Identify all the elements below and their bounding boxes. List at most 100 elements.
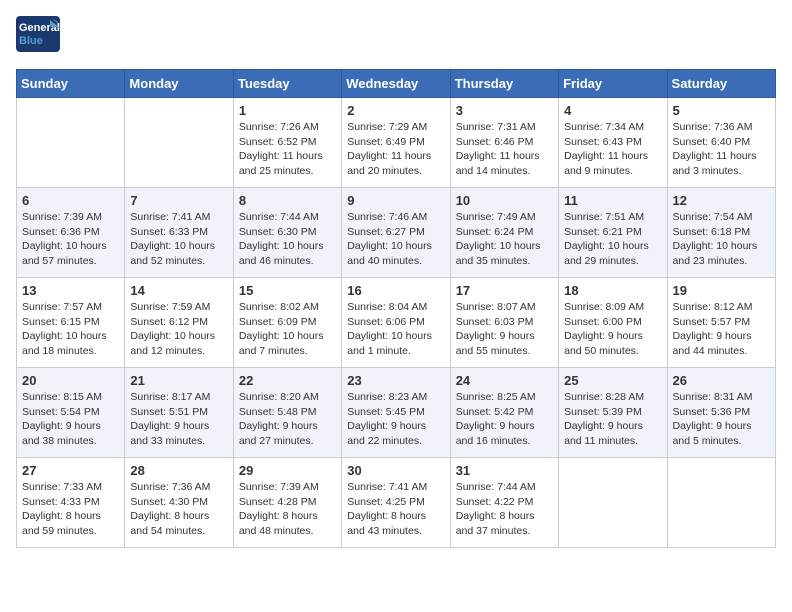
day-number: 6 <box>22 193 119 208</box>
svg-text:Blue: Blue <box>19 35 43 47</box>
page-header: General Blue <box>16 16 776 57</box>
calendar-cell: 26 Sunrise: 8:31 AM Sunset: 5:36 PM Dayli… <box>667 368 775 458</box>
weekday-header: Tuesday <box>233 70 341 98</box>
calendar-cell: 20 Sunrise: 8:15 AM Sunset: 5:54 PM Dayli… <box>17 368 125 458</box>
calendar-cell: 21 Sunrise: 8:17 AM Sunset: 5:51 PM Dayli… <box>125 368 233 458</box>
day-info: Sunrise: 8:15 AM Sunset: 5:54 PM Dayligh… <box>22 390 119 449</box>
weekday-header: Thursday <box>450 70 558 98</box>
day-info: Sunrise: 7:39 AM Sunset: 6:36 PM Dayligh… <box>22 210 119 269</box>
day-number: 25 <box>564 373 661 388</box>
calendar-cell: 8 Sunrise: 7:44 AM Sunset: 6:30 PM Daylig… <box>233 188 341 278</box>
day-number: 16 <box>347 283 444 298</box>
calendar-cell: 12 Sunrise: 7:54 AM Sunset: 6:18 PM Dayli… <box>667 188 775 278</box>
calendar-cell: 27 Sunrise: 7:33 AM Sunset: 4:33 PM Dayli… <box>17 458 125 548</box>
calendar-cell: 14 Sunrise: 7:59 AM Sunset: 6:12 PM Dayli… <box>125 278 233 368</box>
day-info: Sunrise: 7:51 AM Sunset: 6:21 PM Dayligh… <box>564 210 661 269</box>
day-info: Sunrise: 8:04 AM Sunset: 6:06 PM Dayligh… <box>347 300 444 359</box>
day-number: 29 <box>239 463 336 478</box>
day-number: 13 <box>22 283 119 298</box>
day-info: Sunrise: 7:36 AM Sunset: 4:30 PM Dayligh… <box>130 480 227 539</box>
day-info: Sunrise: 8:02 AM Sunset: 6:09 PM Dayligh… <box>239 300 336 359</box>
calendar-cell: 1 Sunrise: 7:26 AM Sunset: 6:52 PM Daylig… <box>233 98 341 188</box>
calendar-week-row: 6 Sunrise: 7:39 AM Sunset: 6:36 PM Daylig… <box>17 188 776 278</box>
calendar-cell: 9 Sunrise: 7:46 AM Sunset: 6:27 PM Daylig… <box>342 188 450 278</box>
day-info: Sunrise: 7:31 AM Sunset: 6:46 PM Dayligh… <box>456 120 553 179</box>
calendar-cell: 17Sunrise: 8:07 AM Sunset: 6:03 PM Dayli… <box>450 278 558 368</box>
calendar-cell: 4 Sunrise: 7:34 AM Sunset: 6:43 PM Daylig… <box>559 98 667 188</box>
day-number: 19 <box>673 283 770 298</box>
day-info: Sunrise: 7:39 AM Sunset: 4:28 PM Dayligh… <box>239 480 336 539</box>
day-number: 14 <box>130 283 227 298</box>
day-number: 8 <box>239 193 336 208</box>
calendar-cell: 13 Sunrise: 7:57 AM Sunset: 6:15 PM Dayli… <box>17 278 125 368</box>
calendar-cell: 19 Sunrise: 8:12 AM Sunset: 5:57 PM Dayli… <box>667 278 775 368</box>
day-info: Sunrise: 7:34 AM Sunset: 6:43 PM Dayligh… <box>564 120 661 179</box>
day-number: 21 <box>130 373 227 388</box>
calendar-cell: 11 Sunrise: 7:51 AM Sunset: 6:21 PM Dayli… <box>559 188 667 278</box>
day-info: Sunrise: 7:59 AM Sunset: 6:12 PM Dayligh… <box>130 300 227 359</box>
day-info: Sunrise: 7:33 AM Sunset: 4:33 PM Dayligh… <box>22 480 119 539</box>
day-info: Sunrise: 8:31 AM Sunset: 5:36 PM Dayligh… <box>673 390 770 449</box>
day-info: Sunrise: 7:26 AM Sunset: 6:52 PM Dayligh… <box>239 120 336 179</box>
calendar-cell: 29 Sunrise: 7:39 AM Sunset: 4:28 PM Dayli… <box>233 458 341 548</box>
logo: General Blue <box>16 16 64 57</box>
weekday-header: Wednesday <box>342 70 450 98</box>
day-number: 10 <box>456 193 553 208</box>
day-number: 27 <box>22 463 119 478</box>
calendar-cell: 31 Sunrise: 7:44 AM Sunset: 4:22 PM Dayli… <box>450 458 558 548</box>
calendar-cell <box>17 98 125 188</box>
logo-icon: General Blue <box>16 16 60 57</box>
day-info: Sunrise: 8:28 AM Sunset: 5:39 PM Dayligh… <box>564 390 661 449</box>
day-info: Sunrise: 7:57 AM Sunset: 6:15 PM Dayligh… <box>22 300 119 359</box>
day-number: 22 <box>239 373 336 388</box>
day-number: 23 <box>347 373 444 388</box>
day-info: Sunrise: 8:12 AM Sunset: 5:57 PM Dayligh… <box>673 300 770 359</box>
calendar-cell: 30Sunrise: 7:41 AM Sunset: 4:25 PM Dayli… <box>342 458 450 548</box>
calendar-cell <box>125 98 233 188</box>
day-number: 1 <box>239 103 336 118</box>
weekday-header: Saturday <box>667 70 775 98</box>
day-number: 26 <box>673 373 770 388</box>
weekday-header: Sunday <box>17 70 125 98</box>
calendar-cell: 3 Sunrise: 7:31 AM Sunset: 6:46 PM Daylig… <box>450 98 558 188</box>
weekday-header: Monday <box>125 70 233 98</box>
day-number: 11 <box>564 193 661 208</box>
day-info: Sunrise: 7:36 AM Sunset: 6:40 PM Dayligh… <box>673 120 770 179</box>
calendar-cell: 7 Sunrise: 7:41 AM Sunset: 6:33 PM Daylig… <box>125 188 233 278</box>
day-number: 17 <box>456 283 553 298</box>
day-number: 7 <box>130 193 227 208</box>
day-info: Sunrise: 7:49 AM Sunset: 6:24 PM Dayligh… <box>456 210 553 269</box>
calendar-cell: 2Sunrise: 7:29 AM Sunset: 6:49 PM Daylig… <box>342 98 450 188</box>
day-number: 31 <box>456 463 553 478</box>
day-number: 2 <box>347 103 444 118</box>
calendar-cell: 16 Sunrise: 8:04 AM Sunset: 6:06 PM Dayli… <box>342 278 450 368</box>
calendar-cell: 23 Sunrise: 8:23 AM Sunset: 5:45 PM Dayli… <box>342 368 450 458</box>
day-info: Sunrise: 8:09 AM Sunset: 6:00 PM Dayligh… <box>564 300 661 359</box>
day-number: 20 <box>22 373 119 388</box>
calendar-cell: 22Sunrise: 8:20 AM Sunset: 5:48 PM Dayli… <box>233 368 341 458</box>
day-info: Sunrise: 7:41 AM Sunset: 6:33 PM Dayligh… <box>130 210 227 269</box>
day-number: 12 <box>673 193 770 208</box>
day-info: Sunrise: 8:23 AM Sunset: 5:45 PM Dayligh… <box>347 390 444 449</box>
calendar-week-row: 27 Sunrise: 7:33 AM Sunset: 4:33 PM Dayli… <box>17 458 776 548</box>
calendar-week-row: 13 Sunrise: 7:57 AM Sunset: 6:15 PM Dayli… <box>17 278 776 368</box>
header-row: SundayMondayTuesdayWednesdayThursdayFrid… <box>17 70 776 98</box>
day-number: 3 <box>456 103 553 118</box>
day-info: Sunrise: 7:44 AM Sunset: 4:22 PM Dayligh… <box>456 480 553 539</box>
weekday-header: Friday <box>559 70 667 98</box>
day-info: Sunrise: 7:54 AM Sunset: 6:18 PM Dayligh… <box>673 210 770 269</box>
day-info: Sunrise: 7:46 AM Sunset: 6:27 PM Dayligh… <box>347 210 444 269</box>
day-number: 24 <box>456 373 553 388</box>
day-number: 18 <box>564 283 661 298</box>
calendar-cell: 10 Sunrise: 7:49 AM Sunset: 6:24 PM Dayli… <box>450 188 558 278</box>
calendar-cell <box>559 458 667 548</box>
calendar-week-row: 20 Sunrise: 8:15 AM Sunset: 5:54 PM Dayli… <box>17 368 776 458</box>
day-number: 9 <box>347 193 444 208</box>
calendar-cell: 6 Sunrise: 7:39 AM Sunset: 6:36 PM Daylig… <box>17 188 125 278</box>
calendar-week-row: 1 Sunrise: 7:26 AM Sunset: 6:52 PM Daylig… <box>17 98 776 188</box>
calendar-cell: 5Sunrise: 7:36 AM Sunset: 6:40 PM Daylig… <box>667 98 775 188</box>
day-number: 4 <box>564 103 661 118</box>
day-info: Sunrise: 7:44 AM Sunset: 6:30 PM Dayligh… <box>239 210 336 269</box>
calendar-cell: 25 Sunrise: 8:28 AM Sunset: 5:39 PM Dayli… <box>559 368 667 458</box>
day-info: Sunrise: 8:17 AM Sunset: 5:51 PM Dayligh… <box>130 390 227 449</box>
